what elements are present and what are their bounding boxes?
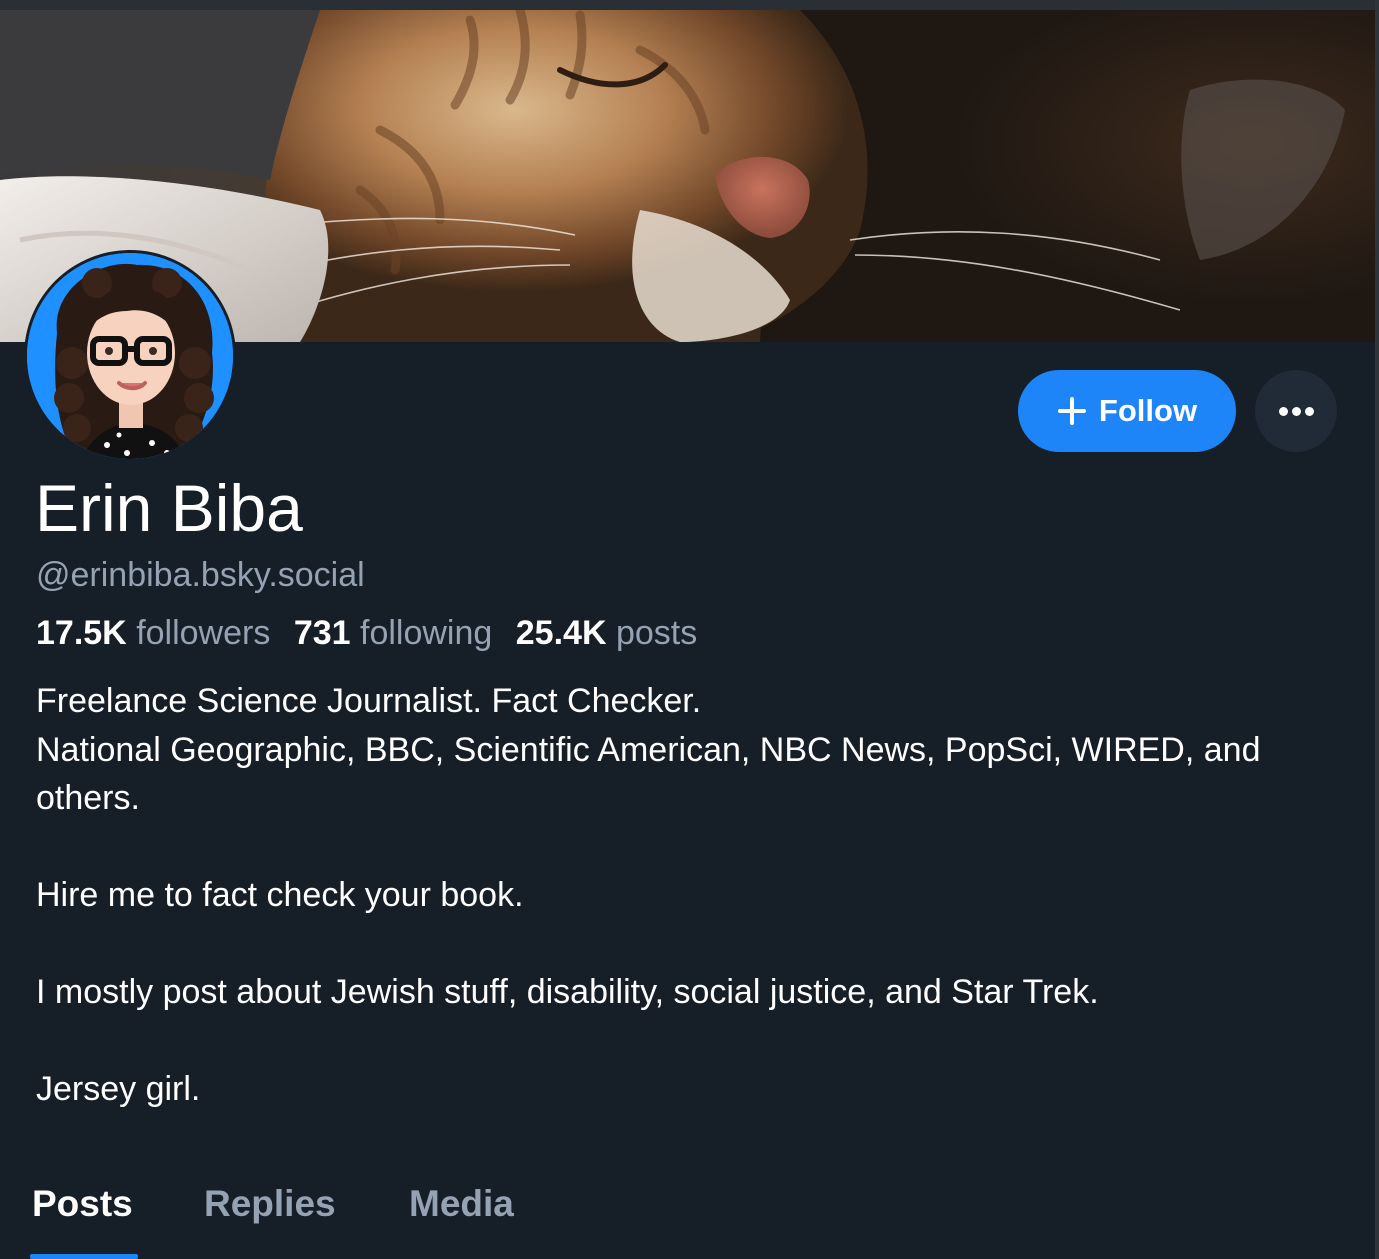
window-top-edge xyxy=(0,0,1379,10)
more-options-button[interactable] xyxy=(1255,370,1337,452)
ellipsis-icon xyxy=(1278,406,1314,416)
tab-replies[interactable]: Replies xyxy=(204,1182,336,1226)
tab-media[interactable]: Media xyxy=(409,1182,514,1226)
profile-avatar[interactable] xyxy=(24,250,236,462)
plus-icon xyxy=(1057,396,1087,426)
bio-spacer xyxy=(36,823,1346,872)
avatar-image xyxy=(27,253,233,459)
follow-button[interactable]: Follow xyxy=(1018,370,1236,452)
display-name: Erin Biba xyxy=(35,471,303,545)
bio-line: I mostly post about Jewish stuff, disabi… xyxy=(36,973,1099,1011)
followers-stat[interactable]: 17.5K followers xyxy=(36,614,270,652)
posts-label: posts xyxy=(615,614,698,652)
profile-page: Follow Erin Biba @erinbiba.bsky.social 1… xyxy=(0,0,1379,1259)
profile-tabs: Posts Replies Media xyxy=(0,1170,1375,1259)
bio-spacer xyxy=(36,1017,1346,1066)
tab-posts[interactable]: Posts xyxy=(32,1182,133,1226)
bio-line: Jersey girl. xyxy=(36,1070,201,1108)
bio-line: Hire me to fact check your book. xyxy=(36,876,524,914)
window-right-edge xyxy=(1375,0,1379,1259)
bio-line: Freelance Science Journalist. Fact Check… xyxy=(36,682,702,720)
profile-stats: 17.5K followers 731 following 25.4K post… xyxy=(36,611,711,655)
active-tab-indicator xyxy=(30,1254,138,1259)
follow-label: Follow xyxy=(1098,393,1198,428)
profile-bio: Freelance Science Journalist. Fact Check… xyxy=(36,677,1346,1114)
posts-stat: 25.4K posts xyxy=(516,614,697,652)
user-handle[interactable]: @erinbiba.bsky.social xyxy=(36,553,365,597)
bio-line: National Geographic, BBC, Scientific Ame… xyxy=(36,730,1261,818)
posts-count: 25.4K xyxy=(515,614,607,652)
cartoon-avatar-illustration xyxy=(27,253,233,459)
followers-count: 17.5K xyxy=(36,614,127,652)
bio-spacer xyxy=(36,920,1346,969)
following-stat[interactable]: 731 following xyxy=(294,614,493,652)
following-label: following xyxy=(360,614,493,652)
following-count: 731 xyxy=(293,614,351,652)
followers-label: followers xyxy=(136,614,271,652)
